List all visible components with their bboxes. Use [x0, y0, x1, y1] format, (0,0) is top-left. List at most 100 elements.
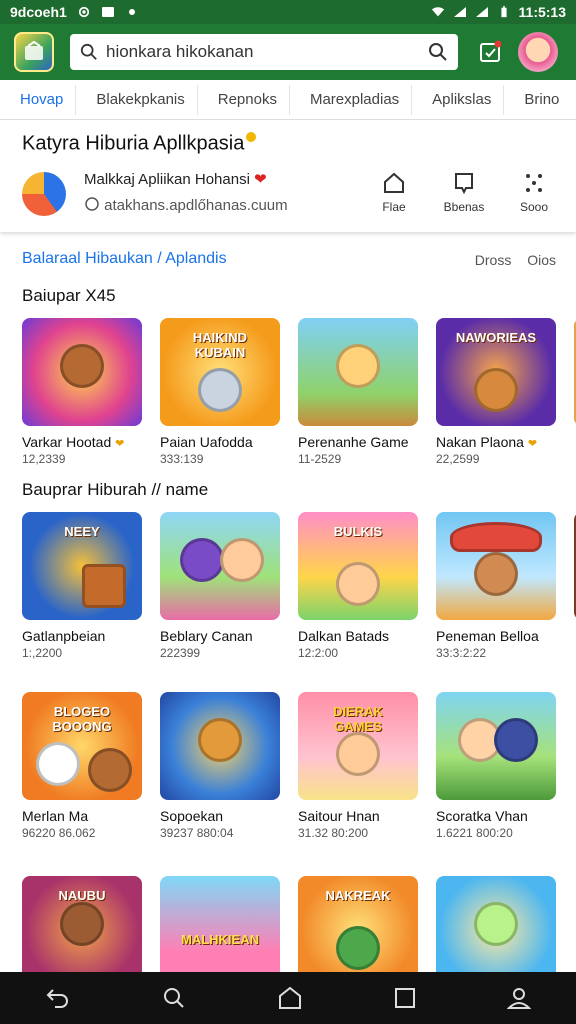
tab-brino[interactable]: Brino	[504, 80, 571, 119]
app-thumbnail	[436, 876, 556, 984]
app-count: 222399	[160, 646, 201, 660]
heart-icon: ❤	[527, 438, 538, 450]
app-card[interactable]: HAIKIND KUBAIN Paian Uafodda 333:139	[160, 318, 280, 466]
app-card[interactable]: MALHKIEAN	[160, 876, 280, 984]
search-input[interactable]: hionkara hikokanan	[106, 42, 428, 62]
app-thumbnail: NEEY	[22, 512, 142, 620]
app-thumbnail: NAKREAK	[298, 876, 418, 984]
app-name: Paian Uafodda	[160, 434, 253, 450]
dot-icon	[128, 9, 135, 15]
tab-blakekpkanis[interactable]: Blakekpkanis	[76, 80, 196, 119]
tab-marexpladias[interactable]: Marexpladias	[290, 80, 411, 119]
thumb-banner-text: DIERAK GAMES	[333, 704, 383, 734]
developer-name[interactable]: Malkkaj Apliikan Hohansi ❤	[84, 170, 267, 188]
more-action-label: Sooo	[519, 200, 549, 214]
message-icon	[101, 7, 114, 17]
app-card[interactable]: NAWORIEAS Nakan Plaona ❤ 22,2599	[436, 318, 556, 466]
app-thumbnail: HAIKIND KUBAIN	[160, 318, 280, 426]
app-thumbnail: BULKIS	[298, 512, 418, 620]
app-count: 12:2:00	[298, 646, 339, 660]
app-count: 22,2599	[436, 452, 480, 466]
home-nav-icon[interactable]	[277, 986, 303, 1010]
thumb-banner-text: HAIKIND KUBAIN	[192, 330, 248, 360]
battery-icon	[500, 6, 507, 18]
breadcrumb[interactable]: Balaraal Hibaukan / Aplandis	[22, 250, 227, 268]
developer-logo	[22, 172, 66, 216]
app-card[interactable]: DIERAK GAMES Saitour Hnan 31.32 80:200	[298, 692, 418, 840]
app-name: Peneman Belloa	[436, 628, 539, 644]
tab-repnoks[interactable]: Repnoks	[198, 80, 289, 119]
status-bar: 9dcoeh1 11:5:13	[0, 0, 576, 24]
notifications-icon[interactable]	[478, 40, 502, 64]
app-thumbnail	[160, 692, 280, 800]
search-icon	[80, 43, 97, 60]
tab-aplikslas[interactable]: Aplikslas	[412, 80, 503, 119]
search-submit-icon[interactable]	[428, 42, 448, 62]
app-card[interactable]	[436, 876, 556, 984]
search-nav-icon[interactable]	[162, 986, 186, 1010]
bookmark-action-button[interactable]: Bbenas	[438, 172, 490, 214]
developer-card: Katyra Hiburia Apllkpasia Malkkaj Apliik…	[0, 120, 576, 232]
app-card[interactable]: NAUBU	[22, 876, 142, 984]
top-app-bar: hionkara hikokanan	[0, 24, 576, 80]
app-name: Nakan Plaona ❤	[436, 434, 538, 450]
profile-nav-icon[interactable]	[506, 986, 531, 1010]
row-title-1: Baiupar X45	[22, 286, 116, 305]
app-count: 1.6221 800:20	[436, 826, 513, 840]
home-action-button[interactable]: Flae	[368, 172, 420, 214]
developer-name-text: Malkkaj Apliikan Hohansi	[84, 171, 250, 188]
status-time: 11:5:13	[518, 4, 566, 20]
app-thumbnail: MALHKIEAN	[160, 876, 280, 984]
app-name: Scoratka Vhan	[436, 808, 528, 824]
developer-url[interactable]: atakhans.apdlőhanas.cuum	[84, 196, 288, 214]
thumb-banner-text: NEEY	[64, 524, 100, 539]
app-thumbnail	[298, 318, 418, 426]
app-count: 31.32 80:200	[298, 826, 369, 840]
app-card[interactable]: Scoratka Vhan 1.6221 800:20	[436, 692, 556, 840]
thumb-banner-text: NAKREAK	[325, 888, 391, 903]
tab-hovap[interactable]: Hovap	[0, 80, 75, 119]
app-name: Dalkan Batads	[298, 628, 390, 644]
app-count: 33:3:2:22	[436, 646, 487, 660]
app-card[interactable]: Sopoekan 39237 880:04	[160, 692, 280, 840]
thumb-banner-text: MALHKIEAN	[181, 932, 259, 947]
home-action-label: Flae	[382, 200, 406, 214]
app-card[interactable]: Perenanhe Game 11-2529	[298, 318, 418, 466]
app-name: Perenanhe Game	[298, 434, 409, 450]
app-name: Saitour Hnan	[298, 808, 380, 824]
signal-icon	[453, 7, 466, 17]
back-icon[interactable]	[45, 986, 71, 1010]
app-card[interactable]: NAKREAK	[298, 876, 418, 984]
recents-icon[interactable]	[394, 987, 416, 1009]
app-name: Beblary Canan	[160, 628, 253, 644]
system-nav-bar	[0, 972, 576, 1024]
app-thumbnail: DIERAK GAMES	[298, 692, 418, 800]
app-card[interactable]: Varkar Hootad ❤ 12,2339	[22, 318, 142, 466]
app-count: 11-2529	[298, 452, 342, 466]
app-card[interactable]: NEEY Gatlanpbeian 1:,2200	[22, 512, 142, 660]
app-row-3: BLOGEO BOOONG Merlan Ma 96220 86.062 Sop…	[22, 692, 576, 840]
more-action-button[interactable]: Sooo	[508, 172, 560, 214]
link-icon	[85, 197, 99, 211]
avatar[interactable]	[518, 32, 558, 72]
wifi-icon	[431, 7, 444, 17]
app-card[interactable]: BULKIS Dalkan Batads 12:2:00	[298, 512, 418, 660]
app-thumbnail	[436, 692, 556, 800]
app-thumbnail: NAWORIEAS	[436, 318, 556, 426]
section-filter[interactable]: Dross Oios	[475, 252, 556, 268]
app-logo[interactable]	[14, 32, 54, 72]
search-bar[interactable]: hionkara hikokanan	[70, 34, 458, 70]
app-count: 39237 880:04	[160, 826, 234, 840]
row-title-2: Bauprar Hiburah // name	[22, 480, 209, 499]
app-card[interactable]: Peneman Belloa 33:3:2:22	[436, 512, 556, 660]
app-card[interactable]: BLOGEO BOOONG Merlan Ma 96220 86.062	[22, 692, 142, 840]
app-row-2: NEEY Gatlanpbeian 1:,2200 Beblary Canan …	[22, 512, 576, 660]
app-card[interactable]: Beblary Canan 222399	[160, 512, 280, 660]
badge-dot-icon	[246, 132, 257, 142]
thumb-banner-text: NAWORIEAS	[455, 330, 537, 345]
home-icon	[384, 172, 404, 193]
app-name: Merlan Ma	[22, 808, 89, 824]
app-thumbnail: BLOGEO BOOONG	[22, 692, 142, 800]
app-thumbnail	[436, 512, 556, 620]
action-buttons: Flae Bbenas Sooo	[368, 172, 560, 214]
